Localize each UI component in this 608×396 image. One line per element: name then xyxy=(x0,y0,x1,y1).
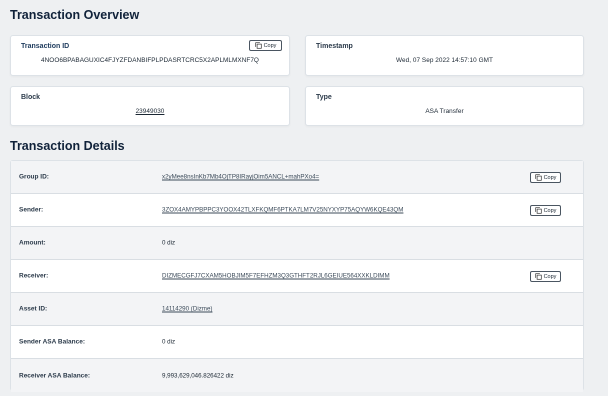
receiver-balance-value: 9,993,629,046.826422 diz xyxy=(162,372,234,379)
section-title: Transaction Details xyxy=(10,139,125,153)
copy-sender-button[interactable]: Copy xyxy=(530,205,561,216)
amount-label: Amount: xyxy=(19,239,46,247)
table-row: Asset ID: 14114290 (Dizme) xyxy=(11,293,583,326)
copy-group-id-button[interactable]: Copy xyxy=(530,172,561,183)
sender-balance-label: Sender ASA Balance: xyxy=(19,338,85,346)
group-id-label: Group ID: xyxy=(19,173,49,181)
timestamp-card: Timestamp Wed, 07 Sep 2022 14:57:10 GMT xyxy=(305,35,584,76)
copy-icon xyxy=(534,273,542,280)
receiver-link[interactable]: DIZMECGFJ7CXAM5HOBJIM5F7EFHZM3Q3GTHFT2RJ… xyxy=(162,273,390,280)
table-row: Sender ASA Balance: 0 diz xyxy=(11,326,583,359)
transaction-id-label: Transaction ID xyxy=(21,43,70,50)
copy-transaction-id-button[interactable]: Copy xyxy=(249,40,282,51)
block-card: Block 23949030 xyxy=(10,86,290,126)
block-label: Block xyxy=(21,94,41,101)
table-row: Group ID: x2yMee8nsInKb7Mb4OjTP8IRayjOim… xyxy=(11,161,583,194)
copy-icon xyxy=(254,42,262,49)
transaction-id-card: Transaction ID Copy 4NOO6BPABAGUXIC4FJYZ… xyxy=(10,35,290,76)
sender-label: Sender: xyxy=(19,206,44,214)
copy-receiver-button[interactable]: Copy xyxy=(530,271,561,282)
sender-link[interactable]: 3ZOX4AMYPBPPC3YOOX42TLXFKQMF6PTKA7LM7V25… xyxy=(162,207,403,214)
page-title: Transaction Overview xyxy=(10,8,140,22)
table-row: Amount: 0 diz xyxy=(11,227,583,260)
copy-icon xyxy=(534,174,542,181)
copy-button-label: Copy xyxy=(263,42,277,49)
table-row: Receiver ASA Balance: 9,993,629,046.8264… xyxy=(11,359,583,392)
timestamp-value: Wed, 07 Sep 2022 14:57:10 GMT xyxy=(396,57,493,64)
type-label: Type xyxy=(316,94,332,101)
receiver-label: Receiver: xyxy=(19,272,49,280)
type-card: Type ASA Transfer xyxy=(305,86,584,126)
transaction-id-value: 4NOO6BPABAGUXIC4FJYZFDANBIFPLPDASRTCRC5X… xyxy=(41,57,259,64)
group-id-link[interactable]: x2yMee8nsInKb7Mb4OjTP8IRayjOim5ANCL+mahP… xyxy=(162,174,319,181)
transaction-details-table: Group ID: x2yMee8nsInKb7Mb4OjTP8IRayjOim… xyxy=(10,160,584,392)
asset-id-label: Asset ID: xyxy=(19,305,48,313)
amount-value: 0 diz xyxy=(162,239,176,247)
copy-button-label: Copy xyxy=(543,174,557,181)
copy-button-label: Copy xyxy=(543,273,557,280)
receiver-balance-label: Receiver ASA Balance: xyxy=(19,372,91,379)
type-value: ASA Transfer xyxy=(425,108,464,115)
copy-button-label: Copy xyxy=(543,207,557,214)
table-row: Sender: 3ZOX4AMYPBPPC3YOOX42TLXFKQMF6PTK… xyxy=(11,194,583,227)
table-row: Receiver: DIZMECGFJ7CXAM5HOBJIM5F7EFHZM3… xyxy=(11,260,583,293)
asset-id-link[interactable]: 14114290 (Dizme) xyxy=(162,306,212,313)
timestamp-label: Timestamp xyxy=(316,43,353,50)
sender-balance-value: 0 diz xyxy=(162,338,176,346)
copy-icon xyxy=(534,207,542,214)
block-link[interactable]: 23949030 xyxy=(11,108,289,115)
